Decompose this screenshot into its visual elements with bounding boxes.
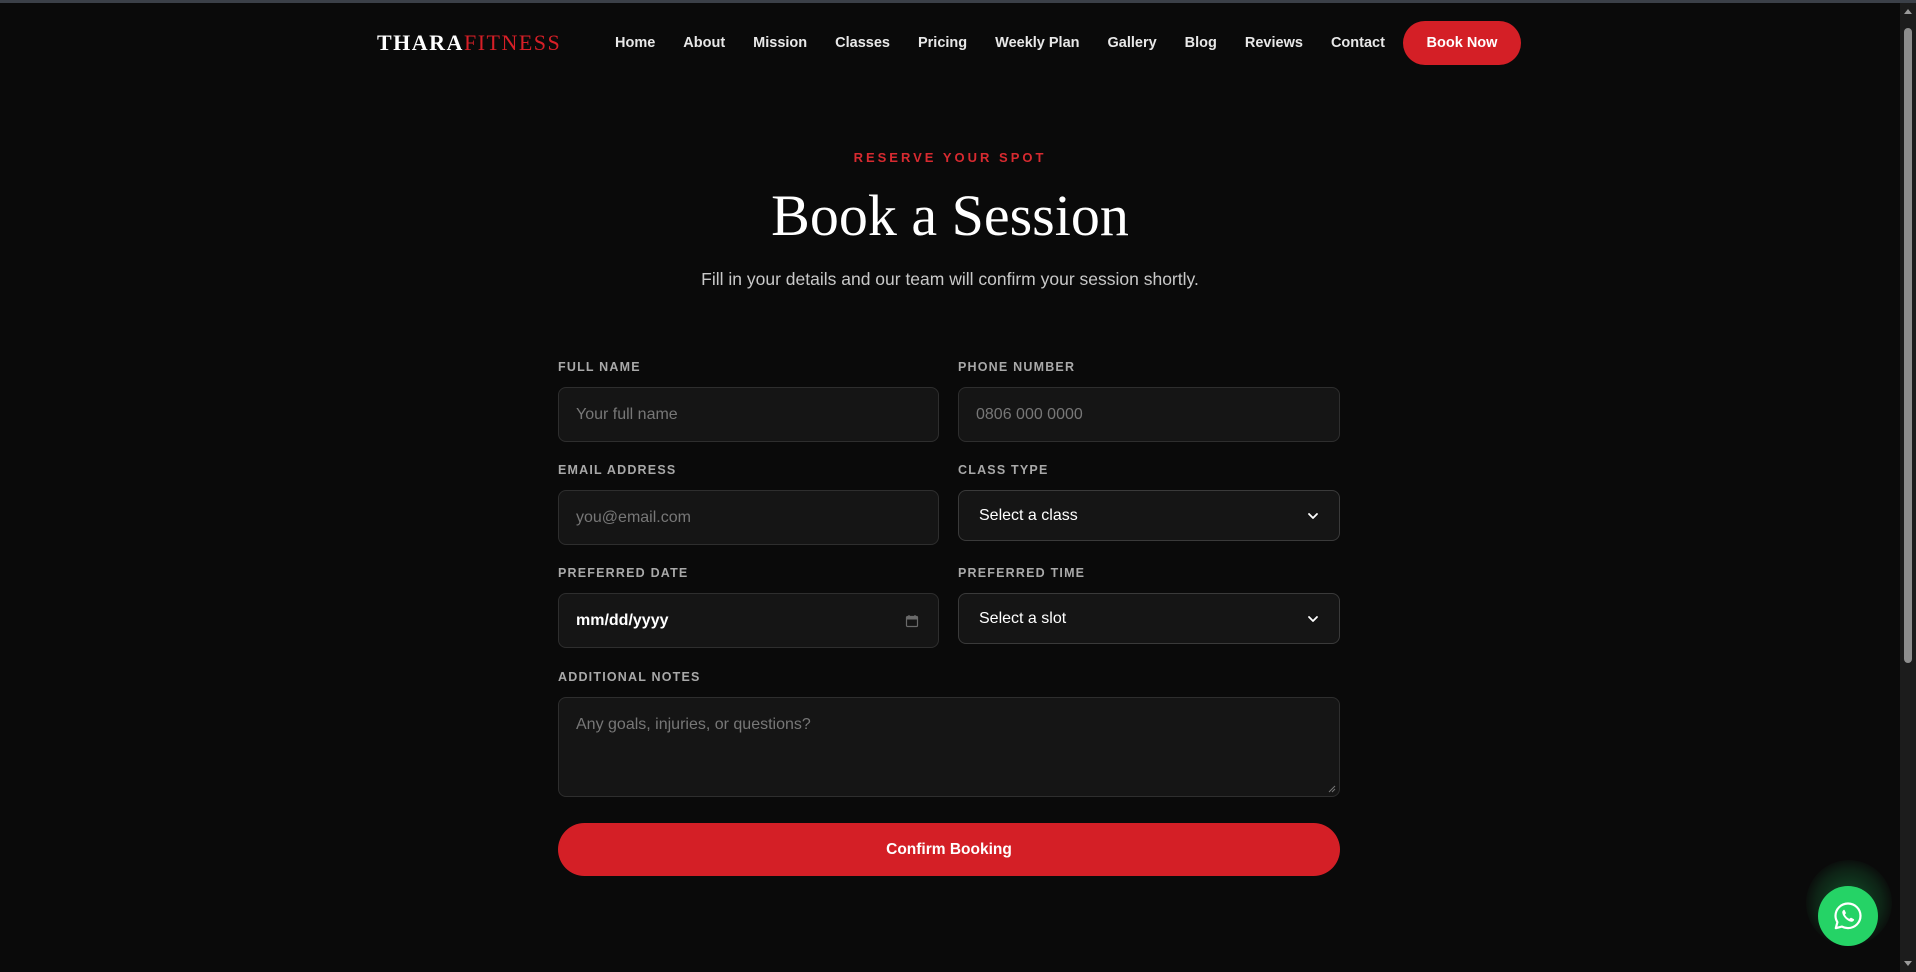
calendar-icon[interactable] <box>905 614 919 628</box>
page-subtitle: Fill in your details and our team will c… <box>701 269 1199 289</box>
nav-link-contact[interactable]: Contact <box>1331 35 1385 51</box>
brand-logo[interactable]: THARAFITNESS <box>377 30 561 56</box>
scroll-up-arrow[interactable] <box>1904 9 1912 14</box>
chevron-down-icon <box>1308 615 1318 622</box>
whatsapp-button[interactable] <box>1818 886 1878 946</box>
full-name-input[interactable] <box>558 387 939 442</box>
section-eyebrow: RESERVE YOUR SPOT <box>853 150 1047 165</box>
preferred-date-label: PREFERRED DATE <box>558 566 689 580</box>
additional-notes-label: ADDITIONAL NOTES <box>558 670 701 684</box>
nav-link-home[interactable]: Home <box>615 35 655 51</box>
page-title: Book a Session <box>771 183 1129 248</box>
date-format-text: mm/dd/yyyy <box>576 611 669 629</box>
class-type-selected: Select a class <box>979 506 1078 524</box>
logo-accent: FITNESS <box>463 30 562 55</box>
full-name-label: FULL NAME <box>558 360 641 374</box>
nav-link-pricing[interactable]: Pricing <box>918 35 967 51</box>
scroll-down-arrow[interactable] <box>1904 961 1912 966</box>
confirm-booking-button[interactable]: Confirm Booking <box>558 823 1340 876</box>
nav-link-reviews[interactable]: Reviews <box>1245 35 1303 51</box>
nav-link-weekly-plan[interactable]: Weekly Plan <box>995 35 1079 51</box>
booking-form: FULL NAME PHONE NUMBER EMAIL ADDRESS CLA… <box>558 360 1340 880</box>
nav-link-classes[interactable]: Classes <box>835 35 890 51</box>
preferred-time-label: PREFERRED TIME <box>958 566 1086 580</box>
phone-label: PHONE NUMBER <box>958 360 1076 374</box>
resize-grip-icon[interactable] <box>1327 784 1336 793</box>
preferred-date-input[interactable]: mm/dd/yyyy <box>558 593 939 648</box>
chevron-down-icon <box>1308 512 1318 519</box>
email-input[interactable] <box>558 490 939 545</box>
additional-notes-textarea[interactable]: Any goals, injuries, or questions? <box>558 697 1340 797</box>
class-type-label: CLASS TYPE <box>958 463 1049 477</box>
phone-input[interactable] <box>958 387 1340 442</box>
email-label: EMAIL ADDRESS <box>558 463 677 477</box>
nav-link-blog[interactable]: Blog <box>1185 35 1217 51</box>
class-type-select[interactable]: Select a class <box>958 490 1340 541</box>
nav-links: Home About Mission Classes Pricing Weekl… <box>615 31 1413 55</box>
nav-link-gallery[interactable]: Gallery <box>1108 35 1157 51</box>
notes-placeholder: Any goals, injuries, or questions? <box>576 716 811 733</box>
whatsapp-icon <box>1834 902 1862 930</box>
navbar: THARAFITNESS Home About Mission Classes … <box>0 3 1900 83</box>
preferred-time-select[interactable]: Select a slot <box>958 593 1340 644</box>
nav-link-about[interactable]: About <box>683 35 725 51</box>
nav-link-mission[interactable]: Mission <box>753 35 807 51</box>
preferred-time-selected: Select a slot <box>979 609 1067 627</box>
page-scrollbar[interactable] <box>1900 3 1916 972</box>
logo-primary: THARA <box>377 30 464 55</box>
scroll-thumb[interactable] <box>1904 28 1912 663</box>
book-now-button[interactable]: Book Now <box>1403 21 1521 65</box>
